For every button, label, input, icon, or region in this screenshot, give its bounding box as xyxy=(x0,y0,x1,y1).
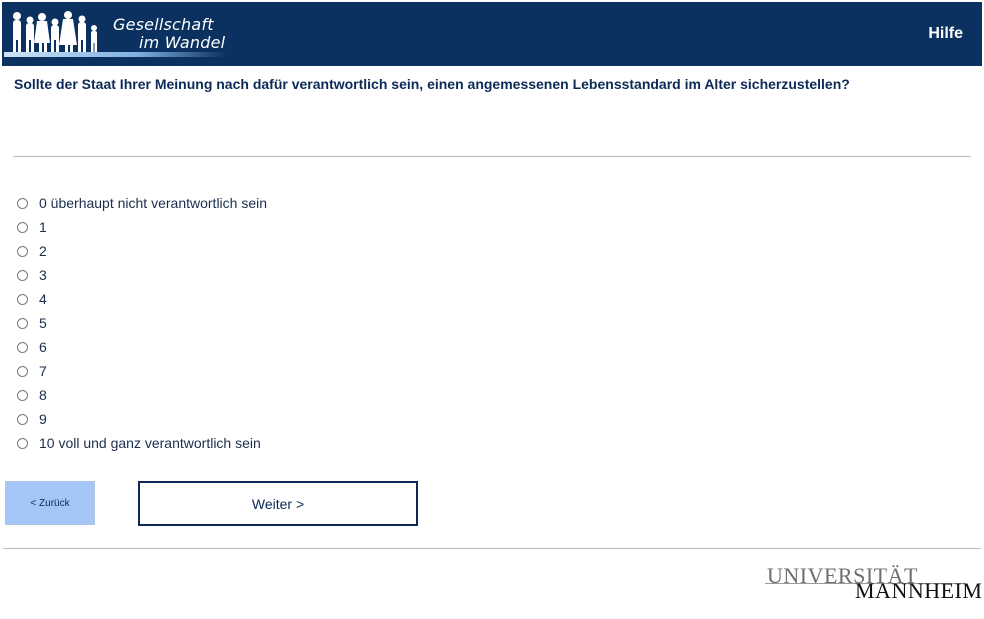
radio-button[interactable] xyxy=(17,221,28,233)
radio-button[interactable] xyxy=(17,197,28,209)
answer-option-7[interactable]: 7 xyxy=(17,359,267,383)
radio-button[interactable] xyxy=(17,413,28,425)
answer-option-8[interactable]: 8 xyxy=(17,383,267,407)
logo-title-line1: Gesellschaft xyxy=(113,15,214,34)
answer-option-9[interactable]: 9 xyxy=(17,407,267,431)
answer-option-1[interactable]: 1 xyxy=(17,215,267,239)
answer-option-10[interactable]: 10 voll und ganz verantwortlich sein xyxy=(17,431,267,455)
answer-label: 7 xyxy=(39,363,47,379)
header-bar: Gesellschaft im Wandel Hilfe xyxy=(2,2,982,66)
radio-button[interactable] xyxy=(17,317,28,329)
divider-top xyxy=(13,156,971,157)
next-button[interactable]: Weiter > xyxy=(138,481,418,526)
question-text: Sollte der Staat Ihrer Meinung nach dafü… xyxy=(14,76,850,92)
divider-bottom xyxy=(3,548,981,549)
university-logo-line2: MANNHEIM xyxy=(855,578,983,603)
answer-option-2[interactable]: 2 xyxy=(17,239,267,263)
answer-label: 2 xyxy=(39,243,47,259)
radio-button[interactable] xyxy=(17,269,28,281)
answer-label: 0 überhaupt nicht verantwortlich sein xyxy=(39,195,268,211)
answer-option-5[interactable]: 5 xyxy=(17,311,267,335)
radio-button[interactable] xyxy=(17,437,28,449)
answer-label: 6 xyxy=(39,339,47,355)
logo-underline-swoosh xyxy=(4,52,226,57)
radio-button[interactable] xyxy=(17,341,28,353)
people-silhouettes-logo-icon xyxy=(13,11,97,54)
answer-options: 0 überhaupt nicht verantwortlich sein 1 … xyxy=(17,191,267,455)
answer-option-4[interactable]: 4 xyxy=(17,287,267,311)
radio-button[interactable] xyxy=(17,365,28,377)
answer-label: 5 xyxy=(39,315,47,331)
answer-option-3[interactable]: 3 xyxy=(17,263,267,287)
answer-option-0[interactable]: 0 überhaupt nicht verantwortlich sein xyxy=(17,191,267,215)
answer-label: 3 xyxy=(39,267,47,283)
radio-button[interactable] xyxy=(17,245,28,257)
answer-label: 1 xyxy=(39,219,47,235)
logo-title-line2: im Wandel xyxy=(139,33,226,52)
radio-button[interactable] xyxy=(17,293,28,305)
back-button[interactable]: < Zurück xyxy=(5,481,95,525)
answer-label: 4 xyxy=(39,291,47,307)
radio-button[interactable] xyxy=(17,389,28,401)
answer-label: 10 voll und ganz verantwortlich sein xyxy=(39,435,261,451)
answer-option-6[interactable]: 6 xyxy=(17,335,267,359)
help-link[interactable]: Hilfe xyxy=(928,25,963,43)
answer-label: 9 xyxy=(39,411,47,427)
answer-label: 8 xyxy=(39,387,47,403)
